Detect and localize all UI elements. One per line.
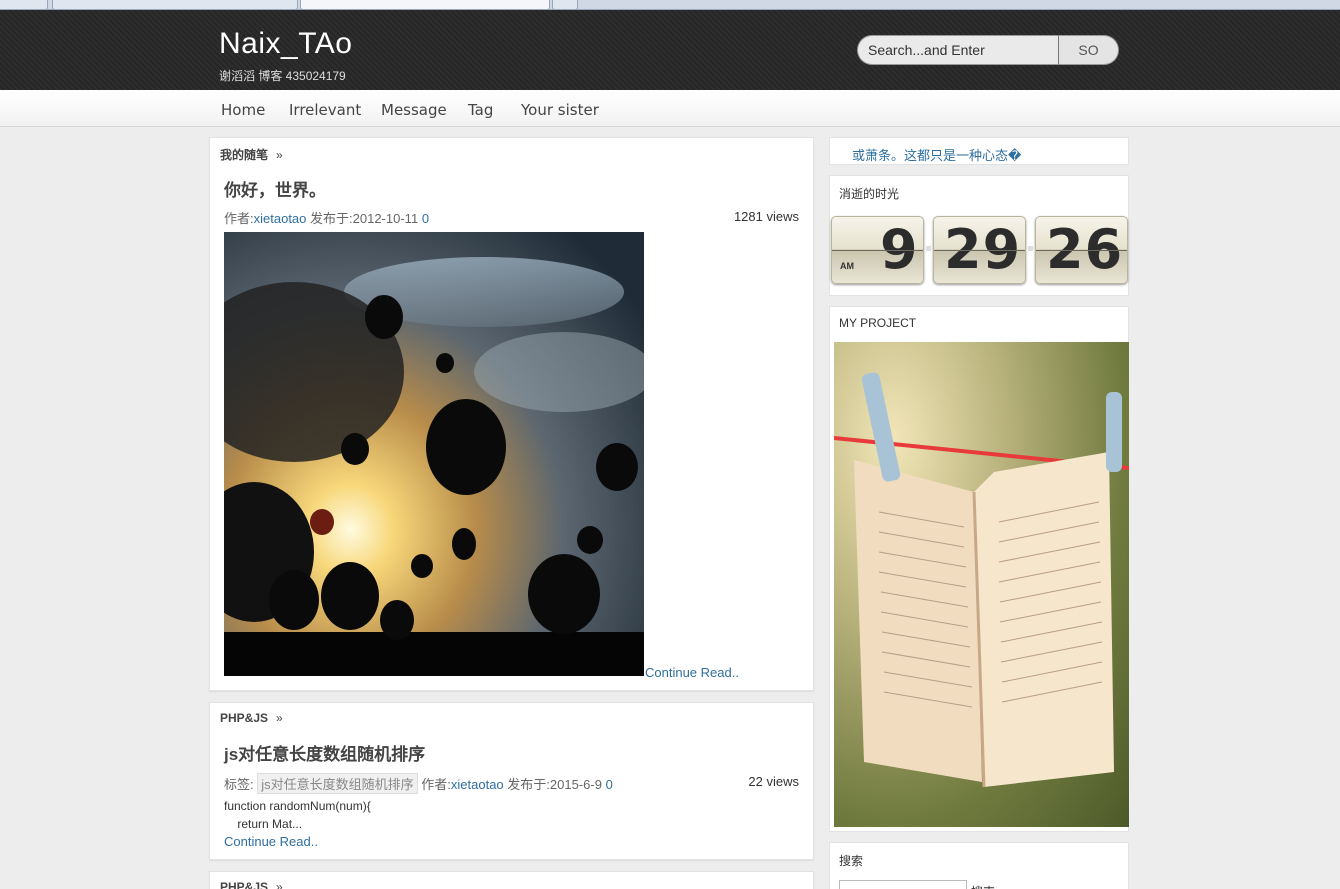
date-label: 发布于: bbox=[310, 211, 353, 226]
search-widget: 搜索 搜索 bbox=[829, 842, 1129, 889]
raquo-icon: » bbox=[276, 880, 283, 889]
excerpt-line: function randomNum(num){ bbox=[224, 799, 371, 813]
post-title[interactable]: 你好，世界。 bbox=[224, 176, 326, 201]
author-label: 作者: bbox=[224, 211, 254, 226]
author-label: 作者: bbox=[421, 777, 451, 792]
post-date: 2012-10-11 bbox=[352, 211, 419, 226]
author-link[interactable]: xietaotao bbox=[254, 211, 307, 226]
clock-hour: AM 9 bbox=[831, 216, 924, 284]
excerpt-line: return Mat... bbox=[224, 817, 303, 831]
site-header: Naix_TAo 谢滔滔 博客 435024179 Search...and E… bbox=[0, 10, 1340, 90]
category-link[interactable]: 我的随笔 bbox=[220, 148, 268, 162]
sidebar-search-input[interactable] bbox=[839, 880, 967, 889]
clock-widget: 消逝的时光 AM 9 29 26 bbox=[829, 175, 1129, 296]
date-label: 发布于: bbox=[507, 777, 550, 792]
marquee-text[interactable]: 或萧条。这都只是一种心态� bbox=[852, 145, 1021, 164]
sidebar-search-button[interactable]: 搜索 bbox=[971, 883, 995, 889]
post-card: PHP&JS » js对任意长度数组随机排序 标签: js对任意长度数组随机排序 … bbox=[209, 702, 814, 860]
nav-item-home[interactable]: Home bbox=[221, 101, 265, 119]
nav-item-message[interactable]: Message bbox=[381, 101, 447, 119]
view-count: 1281 views bbox=[733, 209, 799, 224]
post-meta: 标签: js对任意长度数组随机排序 作者:xietaotao 发布于:2015-… bbox=[224, 773, 613, 794]
browser-tab-active[interactable] bbox=[300, 0, 550, 10]
clock-second: 26 bbox=[1035, 216, 1128, 284]
browser-tab[interactable] bbox=[0, 0, 48, 10]
clock-second-digits: 26 bbox=[1046, 218, 1124, 281]
tag-chip[interactable]: js对任意长度数组随机排序 bbox=[257, 773, 418, 794]
raquo-icon: » bbox=[276, 148, 283, 162]
book-illustration bbox=[834, 372, 1129, 788]
nav-item-tag[interactable]: Tag bbox=[468, 101, 493, 119]
search-button[interactable]: SO bbox=[1058, 35, 1119, 65]
category-link[interactable]: PHP&JS bbox=[220, 880, 268, 889]
main-nav: Home Irrelevant Message Tag Your sister bbox=[0, 90, 1340, 127]
raquo-icon: » bbox=[276, 711, 283, 725]
open-book-on-clothesline-photo[interactable] bbox=[834, 342, 1129, 827]
project-widget: MY PROJECT bbox=[829, 306, 1129, 832]
browser-tab[interactable] bbox=[52, 0, 298, 10]
clock-minute-digits: 29 bbox=[944, 218, 1022, 281]
hot-air-balloons-photo bbox=[224, 232, 644, 676]
tag-label: 标签: bbox=[224, 777, 254, 792]
post-date: 2015-6-9 bbox=[549, 777, 602, 792]
browser-tab[interactable] bbox=[552, 0, 578, 10]
widget-title: MY PROJECT bbox=[839, 316, 917, 330]
search-input[interactable]: Search...and Enter bbox=[857, 35, 1058, 65]
post-card: 我的随笔 » 你好，世界。 作者:xietaotao 发布于:2012-10-11… bbox=[209, 137, 814, 691]
site-subtitle: 谢滔滔 博客 435024179 bbox=[219, 69, 346, 83]
marquee-widget: 或萧条。这都只是一种心态� bbox=[829, 137, 1129, 165]
author-link[interactable]: xietaotao bbox=[451, 777, 504, 792]
site-title[interactable]: Naix_TAo bbox=[219, 27, 353, 61]
clock-separator bbox=[1028, 246, 1033, 251]
post-category: PHP&JS » bbox=[220, 711, 283, 725]
comment-count[interactable]: 0 bbox=[606, 777, 613, 792]
post-title[interactable]: js对任意长度数组随机排序 bbox=[224, 740, 425, 765]
continue-read-link[interactable]: Continue Read.. bbox=[645, 665, 739, 680]
continue-read-link[interactable]: Continue Read.. bbox=[224, 834, 318, 849]
widget-title: 搜索 bbox=[839, 854, 864, 868]
view-count: 22 views bbox=[748, 774, 799, 789]
post-category: PHP&JS » bbox=[220, 880, 283, 889]
clock-separator bbox=[926, 246, 931, 251]
comment-count[interactable]: 0 bbox=[422, 211, 429, 226]
clock-ampm: AM bbox=[840, 261, 854, 271]
post-meta: 作者:xietaotao 发布于:2012-10-11 0 bbox=[224, 208, 429, 227]
post-card: PHP&JS » bbox=[209, 871, 814, 889]
clock-minute: 29 bbox=[933, 216, 1026, 284]
clock-hour-digit: 9 bbox=[880, 218, 919, 281]
widget-title: 消逝的时光 bbox=[839, 187, 900, 201]
category-link[interactable]: PHP&JS bbox=[220, 711, 268, 725]
browser-tab-strip bbox=[0, 0, 1340, 10]
post-category: 我的随笔 » bbox=[220, 146, 283, 163]
nav-item-irrelevant[interactable]: Irrelevant bbox=[289, 101, 361, 119]
nav-item-your-sister[interactable]: Your sister bbox=[521, 101, 599, 119]
post-excerpt: function randomNum(num){ return Mat... bbox=[224, 797, 371, 833]
